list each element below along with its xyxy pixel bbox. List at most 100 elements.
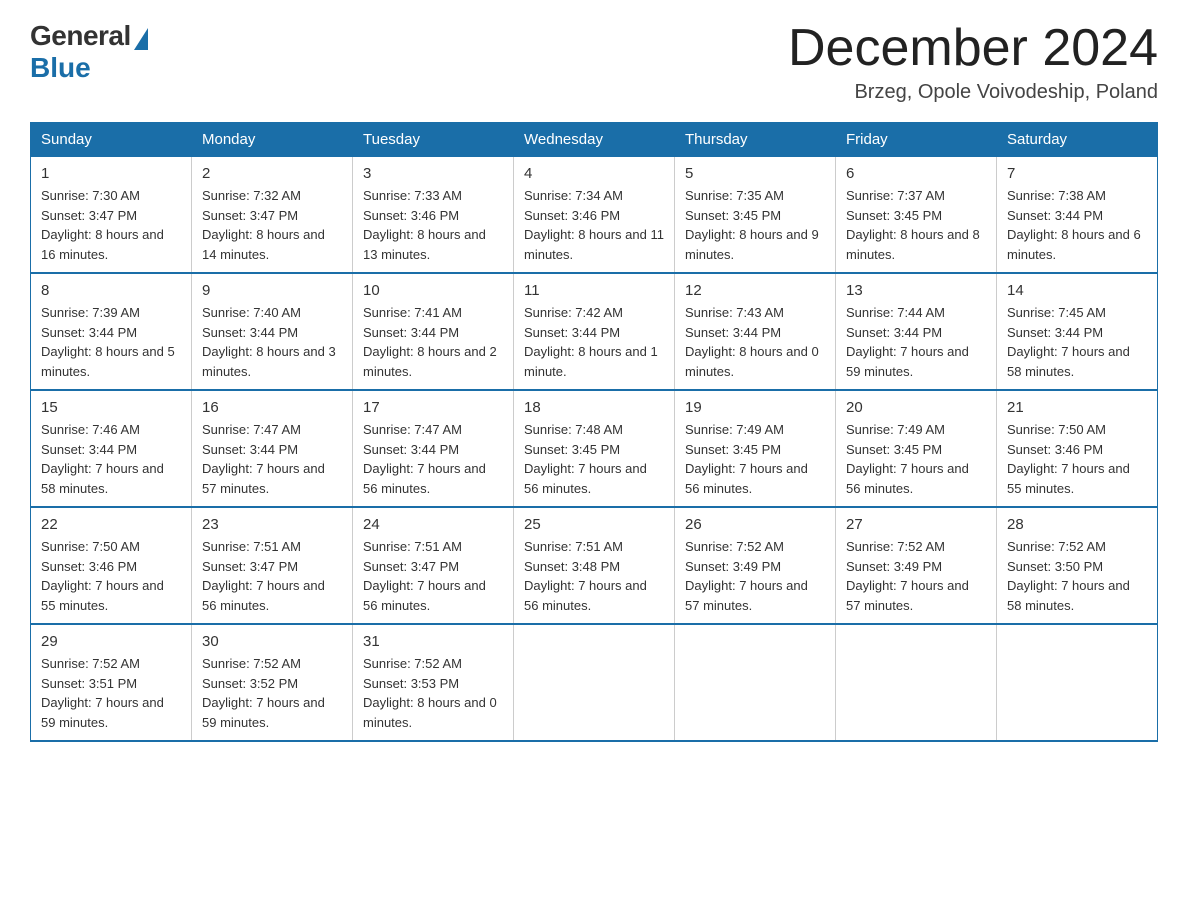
day-info: Sunrise: 7:52 AMSunset: 3:50 PMDaylight:…: [1007, 537, 1147, 615]
day-number: 10: [363, 282, 503, 299]
day-info: Sunrise: 7:39 AMSunset: 3:44 PMDaylight:…: [41, 303, 181, 381]
table-row: 22 Sunrise: 7:50 AMSunset: 3:46 PMDaylig…: [31, 507, 192, 624]
logo-arrow-icon: [134, 28, 148, 50]
day-info: Sunrise: 7:48 AMSunset: 3:45 PMDaylight:…: [524, 420, 664, 498]
table-row: 30 Sunrise: 7:52 AMSunset: 3:52 PMDaylig…: [192, 624, 353, 741]
title-block: December 2024 Brzeg, Opole Voivodeship, …: [788, 20, 1158, 104]
day-number: 4: [524, 165, 664, 182]
day-number: 24: [363, 516, 503, 533]
day-number: 31: [363, 633, 503, 650]
day-info: Sunrise: 7:40 AMSunset: 3:44 PMDaylight:…: [202, 303, 342, 381]
day-number: 30: [202, 633, 342, 650]
table-row: [997, 624, 1158, 741]
day-info: Sunrise: 7:44 AMSunset: 3:44 PMDaylight:…: [846, 303, 986, 381]
day-info: Sunrise: 7:52 AMSunset: 3:52 PMDaylight:…: [202, 654, 342, 732]
day-info: Sunrise: 7:46 AMSunset: 3:44 PMDaylight:…: [41, 420, 181, 498]
day-number: 28: [1007, 516, 1147, 533]
table-row: 17 Sunrise: 7:47 AMSunset: 3:44 PMDaylig…: [353, 390, 514, 507]
day-number: 20: [846, 399, 986, 416]
day-number: 22: [41, 516, 181, 533]
header-friday: Friday: [836, 123, 997, 157]
header-sunday: Sunday: [31, 123, 192, 157]
day-info: Sunrise: 7:41 AMSunset: 3:44 PMDaylight:…: [363, 303, 503, 381]
day-number: 23: [202, 516, 342, 533]
day-number: 17: [363, 399, 503, 416]
day-number: 21: [1007, 399, 1147, 416]
day-number: 1: [41, 165, 181, 182]
day-number: 15: [41, 399, 181, 416]
day-info: Sunrise: 7:30 AMSunset: 3:47 PMDaylight:…: [41, 186, 181, 264]
table-row: 1 Sunrise: 7:30 AMSunset: 3:47 PMDayligh…: [31, 157, 192, 274]
day-info: Sunrise: 7:42 AMSunset: 3:44 PMDaylight:…: [524, 303, 664, 381]
table-row: 18 Sunrise: 7:48 AMSunset: 3:45 PMDaylig…: [514, 390, 675, 507]
table-row: 20 Sunrise: 7:49 AMSunset: 3:45 PMDaylig…: [836, 390, 997, 507]
table-row: 26 Sunrise: 7:52 AMSunset: 3:49 PMDaylig…: [675, 507, 836, 624]
table-row: 21 Sunrise: 7:50 AMSunset: 3:46 PMDaylig…: [997, 390, 1158, 507]
day-number: 8: [41, 282, 181, 299]
day-number: 19: [685, 399, 825, 416]
table-row: 4 Sunrise: 7:34 AMSunset: 3:46 PMDayligh…: [514, 157, 675, 274]
day-number: 9: [202, 282, 342, 299]
day-number: 16: [202, 399, 342, 416]
day-info: Sunrise: 7:50 AMSunset: 3:46 PMDaylight:…: [1007, 420, 1147, 498]
table-row: 14 Sunrise: 7:45 AMSunset: 3:44 PMDaylig…: [997, 273, 1158, 390]
table-row: 9 Sunrise: 7:40 AMSunset: 3:44 PMDayligh…: [192, 273, 353, 390]
day-info: Sunrise: 7:47 AMSunset: 3:44 PMDaylight:…: [363, 420, 503, 498]
day-info: Sunrise: 7:37 AMSunset: 3:45 PMDaylight:…: [846, 186, 986, 264]
day-info: Sunrise: 7:33 AMSunset: 3:46 PMDaylight:…: [363, 186, 503, 264]
day-info: Sunrise: 7:35 AMSunset: 3:45 PMDaylight:…: [685, 186, 825, 264]
day-info: Sunrise: 7:51 AMSunset: 3:47 PMDaylight:…: [202, 537, 342, 615]
day-number: 6: [846, 165, 986, 182]
day-info: Sunrise: 7:51 AMSunset: 3:48 PMDaylight:…: [524, 537, 664, 615]
calendar-body: 1 Sunrise: 7:30 AMSunset: 3:47 PMDayligh…: [31, 157, 1158, 742]
header-monday: Monday: [192, 123, 353, 157]
table-row: [675, 624, 836, 741]
day-number: 29: [41, 633, 181, 650]
table-row: 11 Sunrise: 7:42 AMSunset: 3:44 PMDaylig…: [514, 273, 675, 390]
table-row: 5 Sunrise: 7:35 AMSunset: 3:45 PMDayligh…: [675, 157, 836, 274]
table-row: 8 Sunrise: 7:39 AMSunset: 3:44 PMDayligh…: [31, 273, 192, 390]
day-info: Sunrise: 7:45 AMSunset: 3:44 PMDaylight:…: [1007, 303, 1147, 381]
location-text: Brzeg, Opole Voivodeship, Poland: [788, 81, 1158, 104]
day-info: Sunrise: 7:47 AMSunset: 3:44 PMDaylight:…: [202, 420, 342, 498]
calendar-table: Sunday Monday Tuesday Wednesday Thursday…: [30, 122, 1158, 742]
table-row: 3 Sunrise: 7:33 AMSunset: 3:46 PMDayligh…: [353, 157, 514, 274]
day-info: Sunrise: 7:52 AMSunset: 3:51 PMDaylight:…: [41, 654, 181, 732]
day-number: 7: [1007, 165, 1147, 182]
day-number: 18: [524, 399, 664, 416]
day-number: 13: [846, 282, 986, 299]
table-row: 15 Sunrise: 7:46 AMSunset: 3:44 PMDaylig…: [31, 390, 192, 507]
table-row: 13 Sunrise: 7:44 AMSunset: 3:44 PMDaylig…: [836, 273, 997, 390]
table-row: 23 Sunrise: 7:51 AMSunset: 3:47 PMDaylig…: [192, 507, 353, 624]
day-number: 12: [685, 282, 825, 299]
day-info: Sunrise: 7:52 AMSunset: 3:53 PMDaylight:…: [363, 654, 503, 732]
day-info: Sunrise: 7:49 AMSunset: 3:45 PMDaylight:…: [685, 420, 825, 498]
calendar-header: Sunday Monday Tuesday Wednesday Thursday…: [31, 123, 1158, 157]
header-tuesday: Tuesday: [353, 123, 514, 157]
table-row: 31 Sunrise: 7:52 AMSunset: 3:53 PMDaylig…: [353, 624, 514, 741]
table-row: 10 Sunrise: 7:41 AMSunset: 3:44 PMDaylig…: [353, 273, 514, 390]
day-info: Sunrise: 7:32 AMSunset: 3:47 PMDaylight:…: [202, 186, 342, 264]
table-row: 25 Sunrise: 7:51 AMSunset: 3:48 PMDaylig…: [514, 507, 675, 624]
day-number: 27: [846, 516, 986, 533]
day-info: Sunrise: 7:43 AMSunset: 3:44 PMDaylight:…: [685, 303, 825, 381]
day-number: 25: [524, 516, 664, 533]
page-header: General Blue December 2024 Brzeg, Opole …: [30, 20, 1158, 104]
logo: General Blue: [30, 20, 148, 84]
day-number: 2: [202, 165, 342, 182]
table-row: 27 Sunrise: 7:52 AMSunset: 3:49 PMDaylig…: [836, 507, 997, 624]
table-row: [514, 624, 675, 741]
day-number: 5: [685, 165, 825, 182]
month-title: December 2024: [788, 20, 1158, 77]
header-thursday: Thursday: [675, 123, 836, 157]
day-info: Sunrise: 7:50 AMSunset: 3:46 PMDaylight:…: [41, 537, 181, 615]
day-info: Sunrise: 7:52 AMSunset: 3:49 PMDaylight:…: [685, 537, 825, 615]
day-number: 3: [363, 165, 503, 182]
table-row: 6 Sunrise: 7:37 AMSunset: 3:45 PMDayligh…: [836, 157, 997, 274]
day-info: Sunrise: 7:51 AMSunset: 3:47 PMDaylight:…: [363, 537, 503, 615]
day-info: Sunrise: 7:49 AMSunset: 3:45 PMDaylight:…: [846, 420, 986, 498]
table-row: 29 Sunrise: 7:52 AMSunset: 3:51 PMDaylig…: [31, 624, 192, 741]
table-row: 24 Sunrise: 7:51 AMSunset: 3:47 PMDaylig…: [353, 507, 514, 624]
day-number: 11: [524, 282, 664, 299]
logo-blue-text: Blue: [30, 52, 91, 84]
